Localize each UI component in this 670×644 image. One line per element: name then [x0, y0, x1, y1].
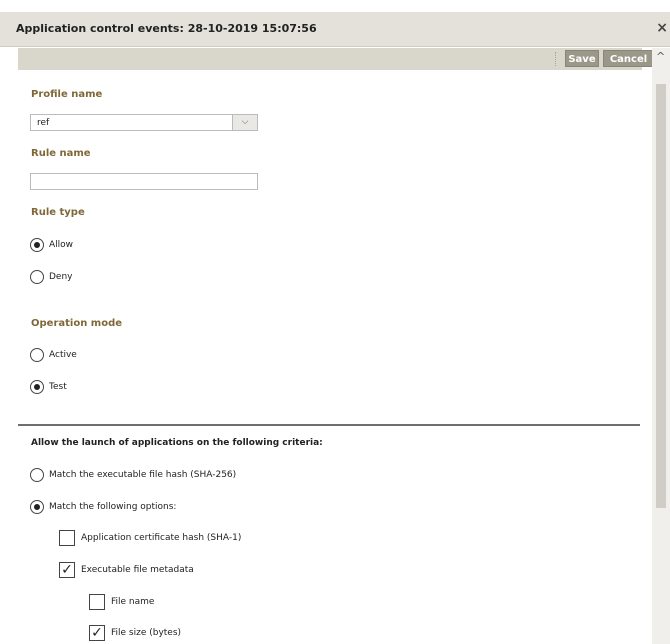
operation-mode-test-label: Test — [49, 382, 67, 392]
save-button[interactable]: Save — [565, 50, 599, 67]
toolbar-separator — [555, 52, 556, 66]
profile-name-label: Profile name — [31, 89, 103, 100]
rule-type-label: Rule type — [31, 207, 85, 218]
operation-mode-active-radio[interactable] — [30, 348, 44, 362]
file-name-label: File name — [111, 597, 155, 607]
rule-type-allow-label: Allow — [49, 240, 74, 250]
profile-name-select[interactable]: ref ⌵ — [30, 114, 258, 131]
criteria-options-radio[interactable] — [30, 500, 44, 514]
close-icon[interactable]: × — [656, 20, 668, 36]
scroll-up-icon[interactable]: ^ — [656, 50, 665, 63]
rule-type-deny-radio[interactable] — [30, 270, 44, 284]
operation-mode-test-radio[interactable] — [30, 380, 44, 394]
chevron-down-icon[interactable]: ⌵ — [232, 115, 257, 130]
scrollbar-thumb[interactable] — [656, 84, 666, 508]
vertical-scrollbar[interactable]: ^ — [652, 48, 670, 644]
file-metadata-checkbox[interactable]: ✓ — [59, 562, 75, 578]
profile-name-value: ref — [37, 118, 50, 128]
criteria-hash-radio[interactable] — [30, 468, 44, 482]
certificate-hash-label: Application certificate hash (SHA-1) — [81, 533, 242, 543]
file-name-checkbox[interactable] — [89, 594, 105, 610]
section-divider — [18, 424, 640, 426]
form-content: Profile name ref ⌵ Rule name Rule type A… — [0, 70, 652, 644]
rule-name-label: Rule name — [31, 148, 91, 159]
toolbar: Save Cancel — [18, 48, 654, 70]
operation-mode-label: Operation mode — [31, 318, 123, 329]
rule-type-deny-label: Deny — [49, 272, 73, 282]
file-metadata-label: Executable file metadata — [81, 565, 194, 575]
criteria-hash-label: Match the executable file hash (SHA-256) — [49, 470, 237, 480]
file-size-label: File size (bytes) — [111, 628, 182, 638]
criteria-heading: Allow the launch of applications on the … — [31, 438, 323, 448]
certificate-hash-checkbox[interactable] — [59, 530, 75, 546]
rule-name-input[interactable] — [30, 173, 258, 190]
criteria-options-label: Match the following options: — [49, 502, 177, 512]
title-bar: Application control events: 28-10-2019 1… — [0, 12, 670, 47]
file-size-checkbox[interactable]: ✓ — [89, 625, 105, 641]
rule-type-allow-radio[interactable] — [30, 238, 44, 252]
window-title: Application control events: 28-10-2019 1… — [16, 22, 317, 35]
cancel-button[interactable]: Cancel — [603, 50, 654, 67]
operation-mode-active-label: Active — [49, 350, 77, 360]
